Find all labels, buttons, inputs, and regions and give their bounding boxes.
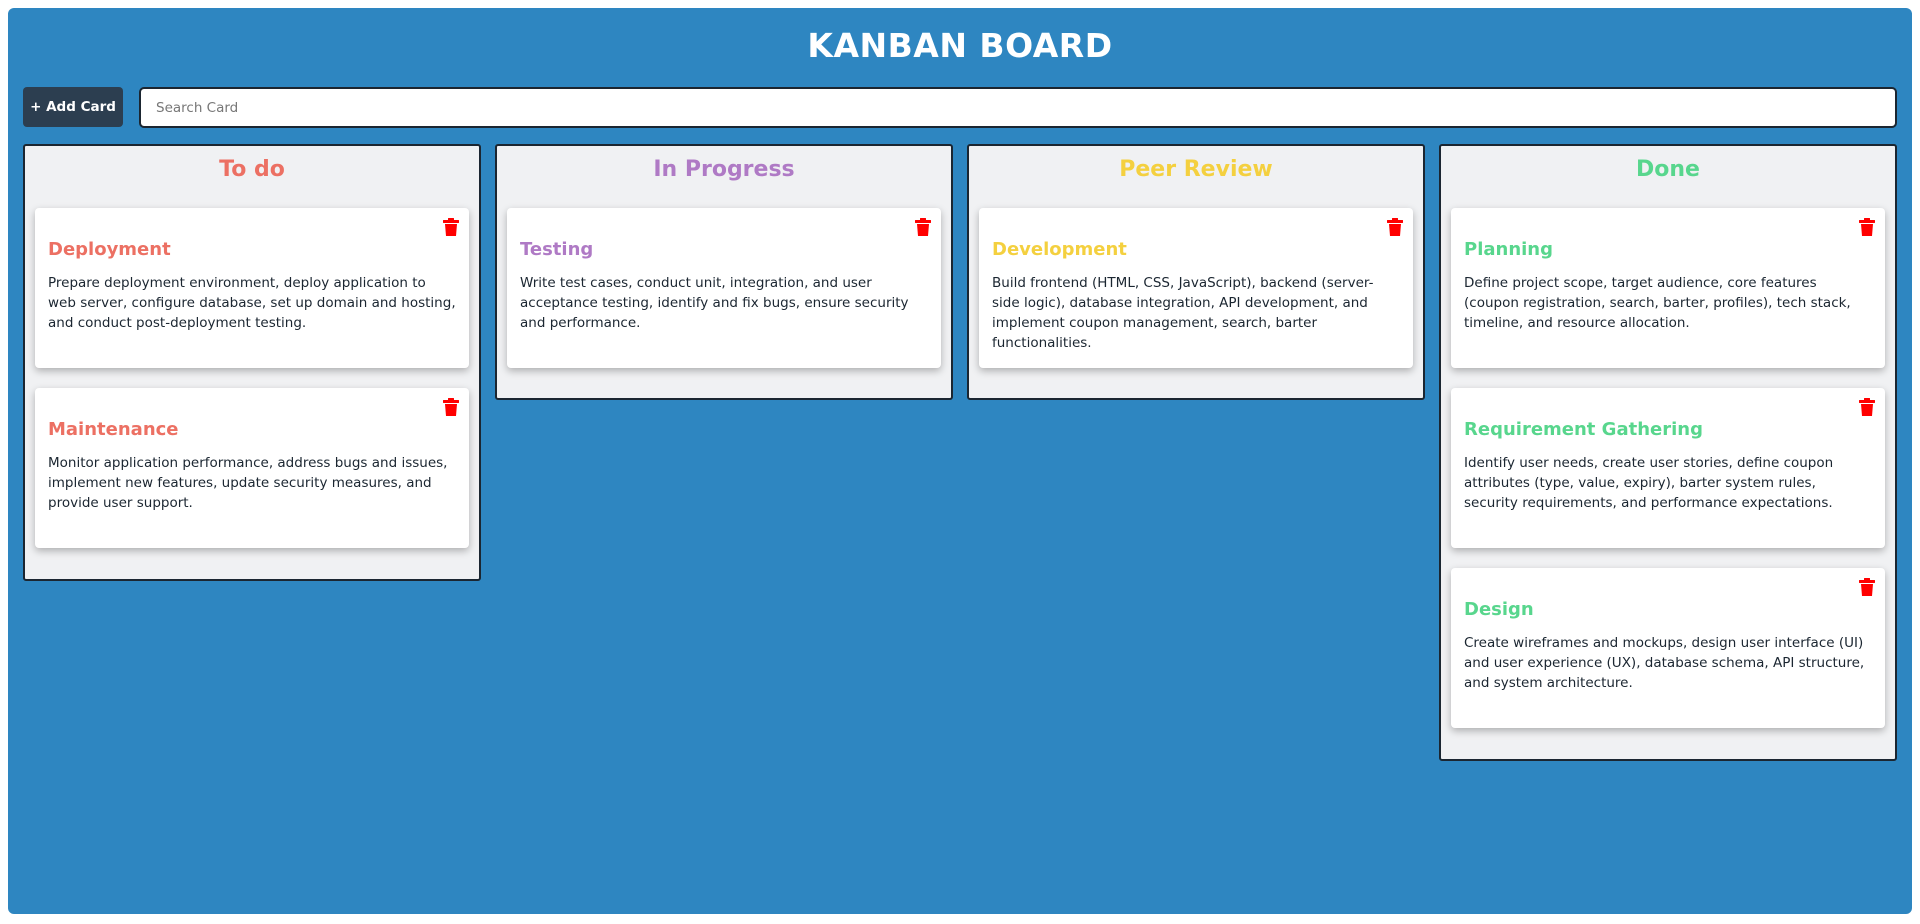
card-title: Planning [1464,239,1554,260]
card-description: Define project scope, target audience, c… [1464,275,1851,331]
trash-icon[interactable] [1387,218,1403,236]
trash-icon[interactable] [443,218,459,236]
card[interactable]: Deployment Prepare deployment environmen… [35,208,469,368]
trash-icon[interactable] [1859,578,1875,596]
card-description: Create wireframes and mockups, design us… [1464,635,1865,691]
trash-icon[interactable] [1859,398,1875,416]
column-title: Done [1636,157,1700,182]
column-title: In Progress [653,157,795,182]
card-title: Maintenance [48,419,179,440]
card-description: Build frontend (HTML, CSS, JavaScript), … [992,275,1374,351]
card[interactable]: Planning Define project scope, target au… [1451,208,1885,368]
card-description: Identify user needs, create user stories… [1464,455,1834,511]
card-description: Prepare deployment environment, deploy a… [48,275,456,331]
page-title: KANBAN BOARD [807,26,1113,65]
card-description: Monitor application performance, address… [48,455,448,511]
search-input[interactable] [139,87,1897,128]
card[interactable]: Testing Write test cases, conduct unit, … [507,208,941,368]
card[interactable]: Design Create wireframes and mockups, de… [1451,568,1885,728]
add-card-button[interactable]: + Add Card [23,87,123,127]
trash-icon[interactable] [443,398,459,416]
kanban-board: KANBAN BOARD + Add Card To do Deployment… [8,8,1912,914]
card-title: Design [1464,599,1534,620]
trash-icon[interactable] [915,218,931,236]
card[interactable]: Development Build frontend (HTML, CSS, J… [979,208,1413,368]
column-todo: To do Deployment Prepare deployment envi… [23,144,481,581]
card[interactable]: Maintenance Monitor application performa… [35,388,469,548]
card-title: Deployment [48,239,171,260]
column-in-progress: In Progress Testing Write test cases, co… [495,144,953,400]
card-title: Testing [520,239,594,260]
column-title: To do [219,157,285,182]
column-title: Peer Review [1119,157,1273,182]
column-peer-review: Peer Review Development Build frontend (… [967,144,1425,400]
column-done: Done Planning Define project scope, targ… [1439,144,1897,761]
trash-icon[interactable] [1859,218,1875,236]
card-title: Requirement Gathering [1464,419,1703,440]
toolbar: + Add Card [23,87,1897,128]
card-description: Write test cases, conduct unit, integrat… [520,275,909,331]
card-title: Development [992,239,1127,260]
card[interactable]: Requirement Gathering Identify user need… [1451,388,1885,548]
